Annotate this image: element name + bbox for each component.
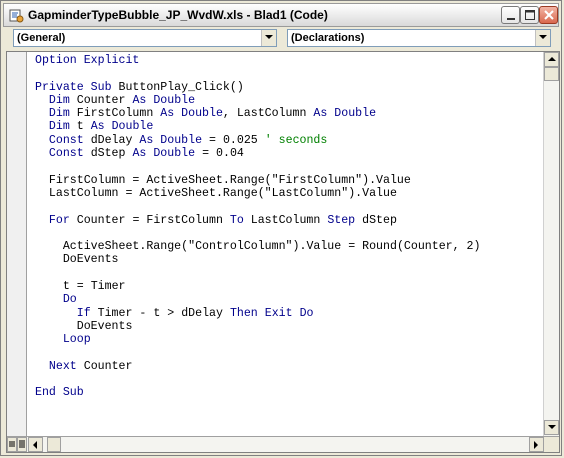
code-line[interactable]: If Timer - t > dDelay Then Exit Do	[35, 307, 543, 320]
scroll-left-button[interactable]	[28, 437, 43, 452]
vertical-scrollbar[interactable]	[543, 52, 559, 436]
chevron-down-icon	[539, 35, 547, 39]
code-line[interactable]: Dim Counter As Double	[35, 94, 543, 107]
code-area[interactable]: Option Explicit Private Sub ButtonPlay_C…	[35, 54, 543, 436]
code-line[interactable]	[35, 267, 543, 280]
horizontal-scroll-thumb[interactable]	[47, 437, 61, 452]
code-line[interactable]: Const dStep As Double = 0.04	[35, 147, 543, 160]
code-window: GapminderTypeBubble_JP_WvdW.xls - Blad1 …	[0, 0, 562, 456]
code-line[interactable]: Next Counter	[35, 360, 543, 373]
object-dropdown-value: (General)	[17, 32, 66, 44]
procedure-dropdown-value: (Declarations)	[291, 32, 365, 44]
code-line[interactable]: FirstColumn = ActiveSheet.Range("FirstCo…	[35, 174, 543, 187]
code-line[interactable]	[35, 160, 543, 173]
arrow-up-icon	[548, 57, 556, 61]
arrow-left-icon	[33, 441, 37, 449]
chevron-down-icon	[265, 35, 273, 39]
procedure-dropdown[interactable]: (Declarations)	[287, 29, 551, 47]
close-button[interactable]	[539, 6, 558, 24]
minimize-button[interactable]	[501, 6, 520, 24]
code-line[interactable]	[35, 373, 543, 386]
code-line[interactable]: End Sub	[35, 386, 543, 399]
procedure-view-icon	[9, 441, 15, 447]
code-combos: (General) (Declarations)	[3, 28, 559, 50]
vertical-scroll-thumb[interactable]	[544, 67, 559, 81]
scroll-right-button[interactable]	[529, 437, 544, 452]
full-module-view-icon	[19, 440, 25, 448]
code-editor[interactable]: Option Explicit Private Sub ButtonPlay_C…	[6, 51, 560, 453]
code-line[interactable]	[35, 200, 543, 213]
code-line[interactable]: t = Timer	[35, 280, 543, 293]
code-line[interactable]: Do	[35, 293, 543, 306]
code-line[interactable]: Private Sub ButtonPlay_Click()	[35, 81, 543, 94]
code-line[interactable]: For Counter = FirstColumn To LastColumn …	[35, 214, 543, 227]
margin-indicator-bar[interactable]	[7, 52, 27, 436]
object-dropdown-arrow[interactable]	[261, 30, 276, 46]
code-line[interactable]: Const dDelay As Double = 0.025 ' seconds	[35, 134, 543, 147]
procedure-view-button[interactable]	[7, 437, 17, 452]
code-line[interactable]	[35, 347, 543, 360]
scroll-up-button[interactable]	[544, 52, 559, 67]
code-line[interactable]	[35, 227, 543, 240]
vba-code-icon[interactable]	[9, 8, 24, 23]
code-line[interactable]: Loop	[35, 333, 543, 346]
maximize-icon	[525, 10, 535, 20]
maximize-button[interactable]	[520, 6, 539, 24]
minimize-icon	[507, 18, 515, 20]
size-grip[interactable]	[544, 437, 559, 452]
code-line[interactable]: ActiveSheet.Range("ControlColumn").Value…	[35, 240, 543, 253]
procedure-dropdown-arrow[interactable]	[535, 30, 550, 46]
code-line[interactable]: Dim t As Double	[35, 120, 543, 133]
full-module-view-button[interactable]	[17, 437, 27, 452]
object-dropdown[interactable]: (General)	[13, 29, 277, 47]
window-title: GapminderTypeBubble_JP_WvdW.xls - Blad1 …	[28, 8, 328, 22]
code-line[interactable]: DoEvents	[35, 253, 543, 266]
scroll-down-button[interactable]	[544, 420, 559, 435]
code-line[interactable]: DoEvents	[35, 320, 543, 333]
arrow-right-icon	[534, 441, 538, 449]
bottom-bar	[7, 436, 559, 452]
code-line[interactable]	[35, 67, 543, 80]
title-bar[interactable]: GapminderTypeBubble_JP_WvdW.xls - Blad1 …	[3, 3, 559, 27]
code-line[interactable]: LastColumn = ActiveSheet.Range("LastColu…	[35, 187, 543, 200]
close-icon	[544, 10, 554, 20]
arrow-down-icon	[548, 425, 556, 429]
code-line[interactable]: Dim FirstColumn As Double, LastColumn As…	[35, 107, 543, 120]
code-line[interactable]: Option Explicit	[35, 54, 543, 67]
